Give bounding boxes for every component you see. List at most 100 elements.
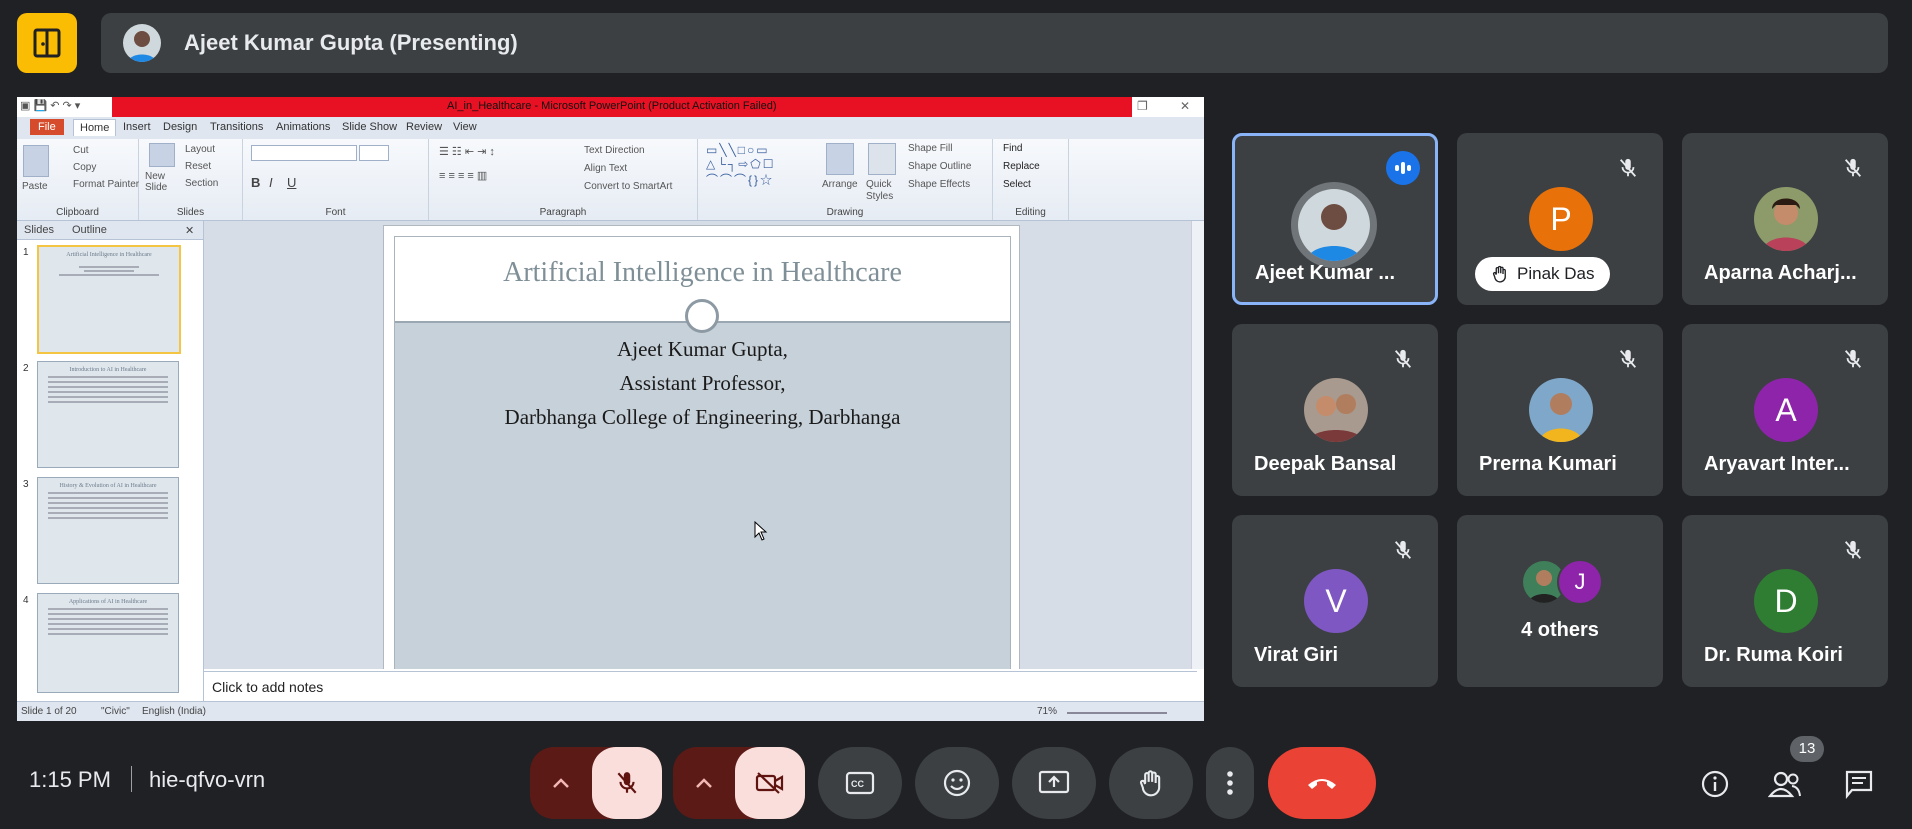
tab-file[interactable]: File xyxy=(30,119,64,135)
participant-tile-others[interactable]: J 4 others xyxy=(1457,515,1663,687)
zoom-level[interactable]: 71% xyxy=(1037,706,1057,717)
present-screen-button[interactable] xyxy=(1012,747,1096,819)
quick-styles-button[interactable]: Quick Styles xyxy=(866,179,898,203)
reset-button[interactable]: Reset xyxy=(185,161,211,172)
replace-button[interactable]: Replace xyxy=(1003,161,1040,172)
underline-button[interactable]: U xyxy=(287,175,296,190)
text-direction-button[interactable]: Text Direction xyxy=(584,145,645,156)
select-button[interactable]: Select xyxy=(1003,179,1031,190)
layout-button[interactable]: Layout xyxy=(185,144,215,155)
chat-button[interactable] xyxy=(1835,760,1883,808)
raise-hand-button[interactable] xyxy=(1109,747,1193,819)
group-label-drawing: Drawing xyxy=(826,207,864,218)
slide-thumbnail[interactable]: History & Evolution of AI in Healthcare xyxy=(37,477,179,584)
shape-outline-button[interactable]: Shape Outline xyxy=(908,161,971,172)
slide-thumbnail[interactable]: Applications of AI in Healthcare xyxy=(37,593,179,693)
bullets-icon[interactable]: ☰ ☷ ⇤ ⇥ ↕ xyxy=(439,145,495,158)
cut-button[interactable]: Cut xyxy=(73,145,89,156)
tab-animations[interactable]: Animations xyxy=(276,121,330,133)
shapes-gallery[interactable]: ▭╲╲□○▭ △└┐⇨⬠☐ ⌒⌒⌒{}☆ xyxy=(706,143,775,188)
participant-tile[interactable]: D Dr. Ruma Koiri xyxy=(1682,515,1888,687)
tab-insert[interactable]: Insert xyxy=(123,121,151,133)
font-size-box[interactable] xyxy=(359,145,389,161)
audio-options-button[interactable] xyxy=(530,747,592,819)
format-painter-button[interactable]: Format Painter xyxy=(73,179,139,190)
participant-tile[interactable]: Deepak Bansal xyxy=(1232,324,1438,496)
participant-tile[interactable]: V Virat Giri xyxy=(1232,515,1438,687)
present-screen-icon xyxy=(1038,770,1070,794)
font-name-box[interactable] xyxy=(251,145,357,161)
presenter-bar[interactable]: Ajeet Kumar Gupta (Presenting) xyxy=(101,13,1888,73)
camera-toggle-button[interactable] xyxy=(735,747,805,819)
slide-institution[interactable]: Darbhanga College of Engineering, Darbha… xyxy=(395,405,1010,430)
participant-name: Ajeet Kumar ... xyxy=(1255,262,1396,284)
mic-off-icon xyxy=(1611,151,1645,185)
participant-name: Dr. Ruma Koiri xyxy=(1704,644,1843,666)
slide-canvas[interactable]: Artificial Intelligence in Healthcare Aj… xyxy=(204,221,1199,669)
pane-tab-outline[interactable]: Outline xyxy=(72,224,107,236)
language-indicator[interactable]: English (India) xyxy=(142,706,206,717)
quick-styles-icon[interactable] xyxy=(868,143,896,175)
slide-role[interactable]: Assistant Professor, xyxy=(395,371,1010,396)
pane-tab-slides[interactable]: Slides xyxy=(24,224,54,236)
meeting-code[interactable]: hie-qfvo-vrn xyxy=(149,767,265,793)
participant-tile[interactable]: Ajeet Kumar ... xyxy=(1232,133,1438,305)
close-icon[interactable]: ✕ xyxy=(1180,99,1190,113)
slide-thumbnail[interactable]: Introduction to AI in Healthcare xyxy=(37,361,179,468)
arrange-button[interactable]: Arrange xyxy=(822,179,858,190)
section-button[interactable]: Section xyxy=(185,178,218,189)
convert-smartart-button[interactable]: Convert to SmartArt xyxy=(584,181,672,192)
tab-review[interactable]: Review xyxy=(406,121,442,133)
people-button[interactable] xyxy=(1761,760,1809,808)
tab-design[interactable]: Design xyxy=(163,121,197,133)
quick-access-icons[interactable]: ▣ 💾 ↶ ↷ ▾ xyxy=(20,99,80,112)
chat-icon xyxy=(1845,770,1873,799)
video-options-button[interactable] xyxy=(673,747,735,819)
slide-thumbnail[interactable]: Artificial Intelligence in Healthcare xyxy=(37,245,181,354)
align-text-button[interactable]: Align Text xyxy=(584,163,627,174)
mic-off-icon xyxy=(1611,342,1645,376)
tab-view[interactable]: View xyxy=(453,121,477,133)
restore-icon[interactable]: ❐ xyxy=(1137,99,1148,113)
mic-toggle-button[interactable] xyxy=(592,747,662,819)
slide-title[interactable]: Artificial Intelligence in Healthcare xyxy=(395,257,1010,289)
pane-close-icon[interactable]: ✕ xyxy=(185,224,194,237)
participant-tile[interactable]: A Aryavart Inter... xyxy=(1682,324,1888,496)
paste-icon[interactable] xyxy=(23,145,49,177)
shape-fill-button[interactable]: Shape Fill xyxy=(908,143,952,154)
paste-button[interactable]: Paste xyxy=(22,181,48,192)
participant-tile[interactable]: P Pinak Das xyxy=(1457,133,1663,305)
tab-slide-show[interactable]: Slide Show xyxy=(342,121,397,133)
tab-transitions[interactable]: Transitions xyxy=(210,121,263,133)
new-slide-button[interactable]: New Slide xyxy=(145,171,179,193)
participant-avatar xyxy=(1291,182,1377,268)
copy-button[interactable]: Copy xyxy=(73,162,96,173)
new-slide-icon[interactable] xyxy=(149,143,175,167)
italic-button[interactable]: I xyxy=(269,175,273,190)
more-options-button[interactable] xyxy=(1206,747,1254,819)
current-slide[interactable]: Artificial Intelligence in Healthcare Aj… xyxy=(383,225,1020,669)
mic-off-icon xyxy=(1386,342,1420,376)
leave-call-button[interactable] xyxy=(1268,747,1376,819)
slide-circle-ornament xyxy=(685,299,719,333)
slide-author[interactable]: Ajeet Kumar Gupta, xyxy=(395,337,1010,362)
meeting-info-button[interactable] xyxy=(1691,760,1739,808)
align-icons[interactable]: ≡ ≡ ≡ ≡ ▥ xyxy=(439,169,487,182)
slide-scrollbar[interactable] xyxy=(1191,221,1204,669)
presenter-label: Ajeet Kumar Gupta (Presenting) xyxy=(184,30,518,55)
bold-button[interactable]: B xyxy=(251,175,260,190)
participant-tile[interactable]: Aparna Acharj... xyxy=(1682,133,1888,305)
tab-home[interactable]: Home xyxy=(73,119,117,136)
notes-pane[interactable]: Click to add notes xyxy=(204,671,1197,700)
shape-effects-button[interactable]: Shape Effects xyxy=(908,179,970,190)
avatar-initial: J xyxy=(1574,569,1586,594)
find-button[interactable]: Find xyxy=(1003,143,1022,154)
zoom-slider[interactable] xyxy=(1067,712,1167,714)
participant-tile[interactable]: Prerna Kumari xyxy=(1457,324,1663,496)
mic-off-icon xyxy=(1836,151,1870,185)
shared-screen-powerpoint[interactable]: ▣ 💾 ↶ ↷ ▾ AI_in_Healthcare - Microsoft P… xyxy=(17,97,1204,721)
captions-button[interactable]: CC xyxy=(818,747,902,819)
meeting-logo-icon[interactable] xyxy=(17,13,77,73)
reactions-button[interactable] xyxy=(915,747,999,819)
arrange-icon[interactable] xyxy=(826,143,854,175)
